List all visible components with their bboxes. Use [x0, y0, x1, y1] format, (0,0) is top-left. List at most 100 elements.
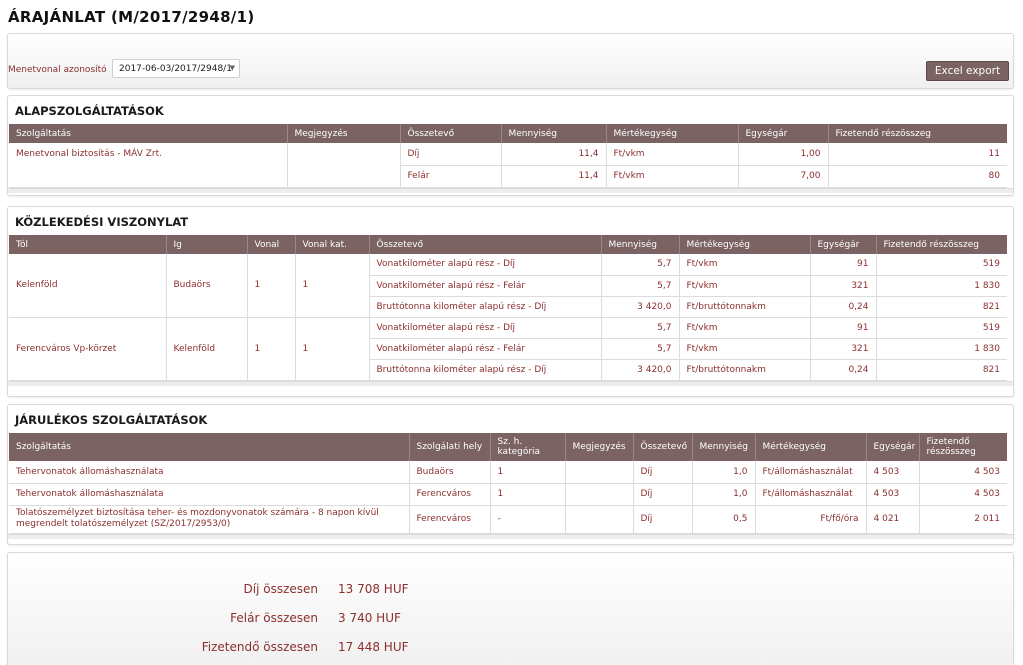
- subtotal-cell: 4 503: [919, 483, 1007, 506]
- unit-cell: Ft/vkm: [606, 165, 739, 188]
- unit-price-cell: 321: [810, 275, 877, 297]
- unit-price-cell: 4 021: [866, 505, 920, 534]
- col-header: Mértékegység: [606, 124, 739, 143]
- table-row: Tehervonatok állomáshasználata Budaörs 1…: [9, 461, 1007, 484]
- table-row: Kelenföld Budaörs 1 1 Vonatkilométer ala…: [9, 254, 1007, 318]
- col-header: Egységár: [810, 235, 877, 254]
- subtotal-cell: 11: [828, 143, 1007, 166]
- subtotal-cell: 1 830: [876, 338, 1007, 360]
- unit-price-cell: 0,24: [810, 359, 877, 381]
- quantity-cell: 1,0: [692, 461, 756, 484]
- col-header: Tól: [9, 235, 167, 254]
- quantity-cell: 5,7: [601, 254, 680, 276]
- to-cell: Budaörs: [166, 254, 248, 318]
- col-header: Ig: [166, 235, 248, 254]
- component-cell: Vonatkilométer alapú rész - Díj: [369, 254, 602, 276]
- col-header: Megjegyzés: [287, 124, 401, 143]
- unit-price-cell: 0,24: [810, 296, 877, 318]
- col-header: Megjegyzés: [565, 433, 634, 461]
- component-cell: Díj: [633, 461, 693, 484]
- unit-cell: Ft/fő/óra: [755, 505, 867, 534]
- col-header: Fizetendő részösszeg: [876, 235, 1007, 254]
- component-cell: Bruttótonna kilométer alapú rész - Díj: [369, 359, 602, 381]
- col-header: Mennyiség: [692, 433, 756, 461]
- unit-price-cell: 321: [810, 338, 877, 360]
- basic-services-table: Szolgáltatás Megjegyzés Összetevő Mennyi…: [9, 124, 1007, 188]
- excel-export-button[interactable]: Excel export: [926, 61, 1009, 81]
- col-header: Szolgáltatás: [9, 433, 410, 461]
- unit-price-cell: 91: [810, 317, 877, 339]
- page-title: ÁRAJÁNLAT (M/2017/2948/1): [8, 8, 255, 26]
- payable-total-label: Fizetendő összesen: [201, 640, 318, 654]
- col-header: Fizetendő részösszeg: [828, 124, 1007, 143]
- table-header: Tól Ig Vonal Vonal kat. Összetevő Mennyi…: [9, 235, 1007, 254]
- service-cell: Tehervonatok állomáshasználata: [9, 461, 410, 484]
- fee-total-value: 13 708 HUF: [338, 582, 409, 596]
- col-header: Összetevő: [369, 235, 602, 254]
- col-header: Vonal: [247, 235, 296, 254]
- table-row: Ferencváros Vp-körzet Kelenföld 1 1 Vona…: [9, 317, 1007, 381]
- service-cell: Tehervonatok állomáshasználata: [9, 483, 410, 506]
- quantity-cell: 3 420,0: [601, 296, 680, 318]
- unit-cell: Ft/vkm: [679, 338, 811, 360]
- component-cell: Vonatkilométer alapú rész - Díj: [369, 317, 602, 339]
- route-id-label: Menetvonal azonosító: [8, 65, 107, 75]
- place-cell: Ferencváros: [409, 483, 491, 506]
- chevron-down-icon: ▼: [229, 64, 235, 72]
- line-cell: 1: [247, 254, 296, 318]
- note-cell: [565, 483, 634, 506]
- subtotal-cell: 1 830: [876, 275, 1007, 297]
- quantity-cell: 1,0: [692, 483, 756, 506]
- subtotal-cell: 4 503: [919, 461, 1007, 484]
- service-cell: Tolatószemélyzet biztosítása teher- és m…: [9, 505, 410, 534]
- unit-cell: Ft/bruttótonnakm: [679, 359, 811, 381]
- col-header: Fizetendő részösszeg: [919, 433, 1007, 461]
- col-header: Mennyiség: [601, 235, 680, 254]
- basic-services-panel: ALAPSZOLGÁLTATÁSOK Szolgáltatás Megjegyz…: [7, 95, 1014, 196]
- note-cell: [565, 461, 634, 484]
- col-header: Összetevő: [400, 124, 502, 143]
- panel-footer: [8, 380, 1013, 386]
- table-row: Tolatószemélyzet biztosítása teher- és m…: [9, 505, 1007, 534]
- col-header: Vonal kat.: [295, 235, 370, 254]
- note-cell: [565, 505, 634, 534]
- quantity-cell: 5,7: [601, 317, 680, 339]
- unit-price-cell: 7,00: [738, 165, 829, 188]
- col-header: Szolgálati hely: [409, 433, 491, 461]
- fee-total-label: Díj összesen: [243, 582, 319, 596]
- surcharge-total-label: Felár összesen: [230, 611, 318, 625]
- col-header: Egységár: [866, 433, 920, 461]
- service-cell: Menetvonal biztosítás - MÁV Zrt.: [9, 143, 288, 188]
- component-cell: Vonatkilométer alapú rész - Felár: [369, 275, 602, 297]
- quantity-cell: 11,4: [501, 165, 607, 188]
- unit-cell: Ft/állomáshasználat: [755, 483, 867, 506]
- place-cell: Ferencváros: [409, 505, 491, 534]
- component-cell: Díj: [400, 143, 502, 166]
- from-cell: Kelenföld: [9, 254, 167, 318]
- place-cell: Budaörs: [409, 461, 491, 484]
- table-header: Szolgáltatás Megjegyzés Összetevő Mennyi…: [9, 124, 1007, 143]
- col-header: Összetevő: [633, 433, 693, 461]
- unit-price-cell: 4 503: [866, 461, 920, 484]
- route-id-select-value: 2017-06-03/2017/2948/1: [119, 64, 232, 74]
- col-header: Mértékegység: [755, 433, 867, 461]
- component-cell: Felár: [400, 165, 502, 188]
- ancillary-panel: JÁRULÉKOS SZOLGÁLTATÁSOK Szolgáltatás Sz…: [7, 404, 1014, 545]
- quantity-cell: 3 420,0: [601, 359, 680, 381]
- transport-panel: KÖZLEKEDÉSI VISZONYLAT Tól Ig Vonal Vona…: [7, 206, 1014, 397]
- panel-footer: [8, 533, 1013, 539]
- unit-cell: Ft/vkm: [679, 275, 811, 297]
- category-cell: 1: [490, 483, 566, 506]
- col-header: Sz. h. kategória: [490, 433, 566, 461]
- unit-price-cell: 1,00: [738, 143, 829, 166]
- unit-cell: Ft/állomáshasználat: [755, 461, 867, 484]
- route-id-select[interactable]: 2017-06-03/2017/2948/1 ▼: [112, 59, 240, 78]
- subtotal-cell: 519: [876, 254, 1007, 276]
- col-header: Mértékegység: [679, 235, 811, 254]
- col-header: Szolgáltatás: [9, 124, 288, 143]
- subtotal-cell: 2 011: [919, 505, 1007, 534]
- component-cell: Díj: [633, 483, 693, 506]
- unit-cell: Ft/vkm: [606, 143, 739, 166]
- quantity-cell: 0,5: [692, 505, 756, 534]
- ancillary-title: JÁRULÉKOS SZOLGÁLTATÁSOK: [15, 413, 208, 427]
